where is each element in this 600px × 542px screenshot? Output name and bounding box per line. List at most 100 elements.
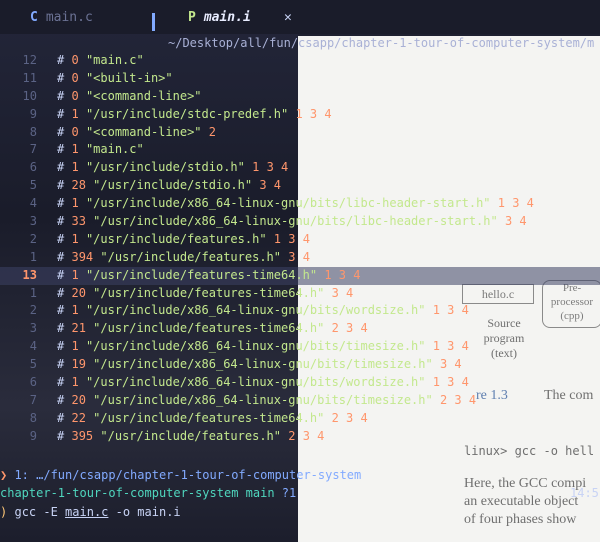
line-content: # 0 "main.c"	[57, 52, 144, 70]
linemarker-filename: "/usr/include/features-time64.h"	[93, 285, 325, 300]
code-line[interactable]: 9 # 1 "/usr/include/stdc-predef.h" 1 3 4	[0, 106, 600, 124]
code-line[interactable]: 1 # 394 "/usr/include/features.h" 3 4	[0, 249, 600, 267]
line-content: # 0 "<command-line>" 2	[57, 124, 216, 142]
line-content: # 1 "main.c"	[57, 141, 144, 159]
terminal-tab-title: 1: …/fun/csapp/chapter-1-tour-of-compute…	[7, 468, 362, 482]
linemarker-hash: #	[57, 106, 65, 121]
linemarker-flags: 1 3 4	[432, 339, 469, 354]
line-content: # 21 "/usr/include/features-time64.h" 2 …	[57, 320, 368, 338]
linemarker-number: 33	[71, 214, 86, 229]
terminal-command-line[interactable]: ) gcc -E main.c -o main.i	[0, 503, 181, 521]
code-line[interactable]: 6 # 1 "/usr/include/stdio.h" 1 3 4	[0, 159, 600, 177]
linemarker-filename: "/usr/include/features.h"	[85, 231, 267, 246]
code-line[interactable]: 7 # 1 "main.c"	[0, 141, 600, 159]
line-number: 13	[22, 267, 37, 282]
linemarker-number: 395	[71, 428, 94, 443]
linemarker-flags: 1 3 4	[273, 231, 310, 246]
linemarker-flags: 1 3 4	[324, 267, 361, 282]
linemarker-hash: #	[57, 178, 65, 193]
linemarker-number: 0	[71, 124, 79, 139]
code-area[interactable]: 12 # 0 "main.c" 11 # 0 "<built-in>" 10 # 0 "<…	[0, 52, 600, 446]
linemarker-number: 1	[71, 142, 79, 157]
tab-main-i[interactable]: P main.i	[188, 0, 251, 34]
code-line[interactable]: 3 # 21 "/usr/include/features-time64.h" 2…	[0, 320, 600, 338]
linemarker-filename: "/usr/include/x86_64-linux-gnu/bits/time…	[85, 339, 426, 354]
code-line[interactable]: 12 # 0 "main.c"	[0, 52, 600, 70]
line-content: # 1 "/usr/include/x86_64-linux-gnu/bits/…	[57, 338, 469, 356]
line-content: # 1 "/usr/include/x86_64-linux-gnu/bits/…	[57, 195, 534, 213]
tab-main-c[interactable]: C main.c	[30, 0, 93, 34]
line-number: 3	[29, 214, 37, 229]
linemarker-filename: "<built-in>"	[85, 70, 173, 85]
linemarker-filename: "/usr/include/x86_64-linux-gnu/bits/libc…	[93, 214, 498, 229]
linemarker-hash: #	[57, 428, 65, 443]
line-number: 4	[29, 339, 37, 354]
linemarker-hash: #	[57, 321, 65, 336]
linemarker-hash: #	[57, 392, 65, 407]
linemarker-number: 19	[71, 357, 86, 372]
line-content: # 0 "<command-line>"	[57, 88, 202, 106]
code-line[interactable]: 6 # 1 "/usr/include/x86_64-linux-gnu/bits…	[0, 374, 600, 392]
linemarker-filename: "/usr/include/stdio.h"	[93, 178, 253, 193]
linemarker-hash: #	[57, 303, 65, 318]
code-line[interactable]: 1 # 20 "/usr/include/features-time64.h" 3…	[0, 285, 600, 303]
code-line[interactable]: 10 # 0 "<command-line>"	[0, 88, 600, 106]
linemarker-flags: 3 4	[259, 178, 282, 193]
line-number: 8	[29, 410, 37, 425]
linemarker-flags: 3 4	[288, 249, 310, 264]
line-number: 2	[29, 231, 37, 246]
linemarker-flags: 3 4	[331, 285, 354, 300]
line-content: # 1 "/usr/include/features.h" 1 3 4	[57, 231, 310, 249]
linemarker-hash: #	[57, 196, 65, 211]
line-number: 2	[29, 303, 37, 318]
code-line[interactable]: 8 # 0 "<command-line>" 2	[0, 124, 600, 142]
code-line[interactable]: 7 # 20 "/usr/include/x86_64-linux-gnu/bit…	[0, 392, 600, 410]
code-line[interactable]: 5 # 19 "/usr/include/x86_64-linux-gnu/bit…	[0, 356, 600, 374]
code-line[interactable]: 2 # 1 "/usr/include/x86_64-linux-gnu/bits…	[0, 302, 600, 320]
line-content: # 1 "/usr/include/stdio.h" 1 3 4	[57, 159, 288, 177]
linemarker-flags: 2 3 4	[288, 428, 325, 443]
prompt-time: 14:5	[570, 486, 599, 500]
linemarker-hash: #	[57, 375, 65, 390]
code-line[interactable]: 8 # 22 "/usr/include/features-time64.h" 2…	[0, 410, 600, 428]
close-icon[interactable]: ✕	[284, 0, 292, 34]
linemarker-filename: "/usr/include/features.h"	[100, 249, 282, 264]
terminal-panel[interactable]: ❯ 1: …/fun/csapp/chapter-1-tour-of-compu…	[0, 462, 600, 542]
code-line-current[interactable]: 13 # 1 "/usr/include/features-time64.h" 1…	[0, 266, 600, 285]
line-number: 6	[29, 160, 37, 175]
linemarker-filename: "/usr/include/features-time64.h"	[85, 267, 318, 282]
linemarker-flags: 2 3 4	[331, 321, 368, 336]
line-content: # 28 "/usr/include/stdio.h" 3 4	[57, 177, 281, 195]
line-content: # 19 "/usr/include/x86_64-linux-gnu/bits…	[57, 356, 462, 374]
code-line[interactable]: 4 # 1 "/usr/include/x86_64-linux-gnu/bits…	[0, 195, 600, 213]
prompt-directory: chapter-1-tour-of-computer-system	[0, 486, 239, 500]
editor-window: C main.c P main.i ✕ ~/Desktop/all/fun/cs…	[0, 0, 600, 542]
linemarker-hash: #	[57, 70, 65, 85]
git-branch: main	[245, 486, 275, 500]
linemarker-flags: 2	[208, 124, 216, 139]
linemarker-number: 22	[71, 410, 86, 425]
linemarker-hash: #	[57, 267, 65, 282]
line-content: # 20 "/usr/include/features-time64.h" 3 …	[57, 285, 353, 303]
code-line[interactable]: 4 # 1 "/usr/include/x86_64-linux-gnu/bits…	[0, 338, 600, 356]
line-number: 7	[29, 142, 37, 157]
tab-label: main.c	[45, 9, 93, 25]
linemarker-flags: 1 3 4	[295, 106, 332, 121]
linemarker-flags: 2 3 4	[439, 392, 477, 407]
linemarker-filename: "main.c"	[85, 53, 144, 67]
linemarker-number: 0	[71, 53, 79, 67]
linemarker-filename: "/usr/include/x86_64-linux-gnu/bits/libc…	[85, 196, 491, 211]
linemarker-hash: #	[57, 214, 65, 229]
code-line[interactable]: 9 # 395 "/usr/include/features.h" 2 3 4	[0, 428, 600, 446]
command-text: gcc -E	[14, 505, 66, 519]
code-line[interactable]: 5 # 28 "/usr/include/stdio.h" 3 4	[0, 177, 600, 195]
code-line[interactable]: 11 # 0 "<built-in>"	[0, 70, 600, 88]
linemarker-number: 20	[71, 285, 86, 300]
code-line[interactable]: 2 # 1 "/usr/include/features.h" 1 3 4	[0, 231, 600, 249]
linemarker-number: 0	[71, 70, 79, 85]
code-line[interactable]: 3 # 33 "/usr/include/x86_64-linux-gnu/bit…	[0, 213, 600, 231]
linemarker-filename: "/usr/include/x86_64-linux-gnu/bits/word…	[85, 375, 426, 390]
linemarker-filename: "/usr/include/x86_64-linux-gnu/bits/time…	[93, 392, 433, 407]
linemarker-hash: #	[57, 410, 65, 425]
linemarker-filename: "/usr/include/x86_64-linux-gnu/bits/word…	[85, 303, 426, 318]
